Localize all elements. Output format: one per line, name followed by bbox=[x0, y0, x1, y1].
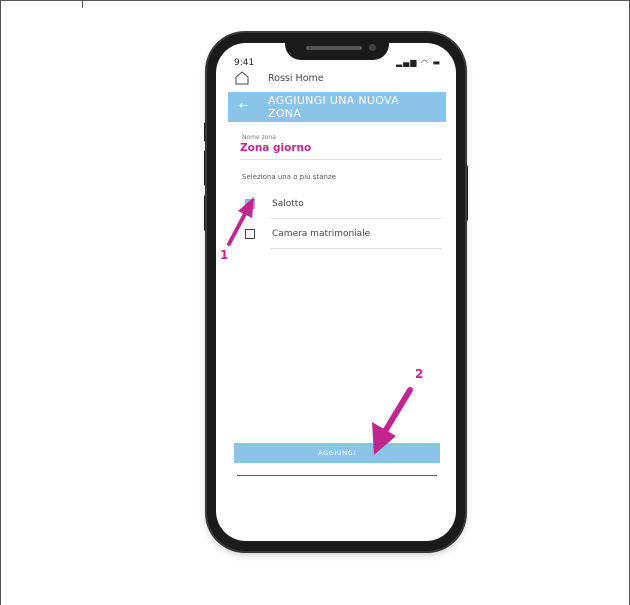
frame-top-border bbox=[0, 0, 630, 1]
status-time: 9:41 bbox=[234, 58, 255, 68]
frame-tab-divider bbox=[82, 0, 83, 8]
room-checkbox-camera[interactable] bbox=[245, 229, 255, 239]
rooms-prompt: Seleziona una o più stanze bbox=[242, 173, 336, 181]
add-button[interactable]: AGGIUNGI bbox=[234, 443, 440, 463]
room-divider bbox=[270, 248, 442, 249]
phone-speaker bbox=[306, 46, 362, 50]
home-icon[interactable] bbox=[234, 70, 250, 86]
room-checkbox-salotto[interactable] bbox=[245, 199, 255, 209]
annotation-marker-2: 2 bbox=[415, 367, 424, 381]
arrow-left-icon[interactable]: ← bbox=[239, 99, 248, 112]
home-indicator-line bbox=[237, 475, 437, 476]
home-title: Rossi Home bbox=[268, 73, 324, 84]
phone-camera bbox=[369, 44, 376, 51]
zone-name-label: Nome zona bbox=[242, 134, 276, 141]
room-divider bbox=[270, 218, 442, 219]
zone-field-underline bbox=[240, 159, 442, 160]
zone-name-field[interactable]: Zona giorno bbox=[240, 142, 311, 154]
annotation-marker-1: 1 bbox=[220, 248, 229, 262]
page-title: AGGIUNGI UNA NUOVA ZONA bbox=[268, 94, 399, 120]
status-icons: ▂▄▆ ◠ ▬ bbox=[396, 58, 442, 67]
room-label-camera[interactable]: Camera matrimoniale bbox=[272, 229, 370, 239]
room-label-salotto[interactable]: Salotto bbox=[272, 199, 304, 209]
frame-left-border bbox=[0, 0, 1, 605]
